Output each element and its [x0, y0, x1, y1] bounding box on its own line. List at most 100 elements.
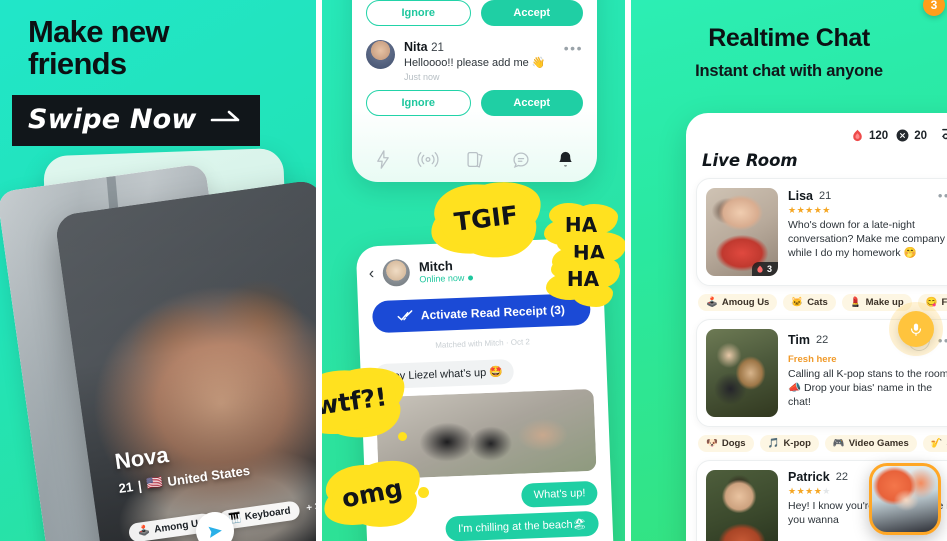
message-row-outgoing: I'm chilling at the beach🏖: [366, 510, 613, 541]
message-bubble-outgoing: I'm chilling at the beach🏖: [445, 510, 600, 541]
panel-make-new-friends: Make new friends Swipe Now Nova 21 | 🇺🇸: [0, 0, 316, 541]
panel-chat-stickers: Just now Ignore Accept Nita 21 Helloooo!…: [322, 0, 625, 541]
tag-label: Keyboard: [244, 505, 292, 523]
sticker-tgif: TGIF: [436, 180, 536, 256]
right-subheadline: Instant chat with anyone: [695, 62, 883, 80]
tag-label: Amoug Us: [721, 297, 770, 308]
avatar[interactable]: [366, 40, 395, 69]
room-user-age: 21: [819, 189, 832, 202]
tag-icon: 💄: [849, 297, 862, 308]
request-item-nita: Nita 21 Helloooo!! please add me 👋 Just …: [366, 26, 583, 116]
tag-icon: 🐶: [706, 438, 718, 449]
message-bubble-incoming: Hey Liezel what's up 🤩: [374, 358, 515, 390]
activate-read-receipt-button[interactable]: Activate Read Receipt (3): [371, 292, 591, 334]
top-status-bar: 120 20: [686, 113, 947, 146]
tag[interactable]: 💄 Make up: [841, 294, 912, 311]
message-media-image[interactable]: [375, 388, 597, 480]
fresh-here-badge: Fresh here: [788, 354, 837, 365]
broadcast-icon[interactable]: [417, 150, 439, 174]
sticker-dot: [418, 487, 429, 498]
chat-status-label: Online now: [419, 272, 465, 285]
video-call-badge: 3: [923, 0, 945, 16]
tag-label: Make up: [865, 297, 904, 308]
cards-icon[interactable]: [465, 150, 485, 174]
request-message: Helloooo!! please add me 👋: [404, 57, 546, 69]
tag[interactable]: 🎮 Video Games: [824, 435, 917, 452]
matched-note: Matched with Mitch · Oct 2: [435, 337, 531, 350]
more-dots-icon[interactable]: •••: [938, 188, 947, 203]
room-user-age: 22: [835, 471, 848, 483]
room-user-name: Lisa: [788, 188, 814, 203]
room-user-name: Patrick: [788, 470, 830, 484]
rating-stars: ★★★★★: [788, 205, 831, 215]
more-dots-icon[interactable]: •••: [938, 333, 947, 348]
tag[interactable]: 🐶 Dogs: [698, 435, 754, 452]
accept-button[interactable]: Accept: [480, 90, 583, 116]
double-check-icon: [398, 310, 413, 321]
more-dots-icon[interactable]: •••: [564, 40, 583, 56]
request-time: Just now: [404, 72, 440, 82]
tag[interactable]: 🐱 Cats: [783, 294, 836, 311]
tag-icon: 🎵: [767, 438, 780, 449]
left-headline: Make new friends: [28, 14, 170, 79]
mic-icon[interactable]: [898, 311, 934, 347]
lightning-icon[interactable]: [375, 150, 391, 174]
more-tags-count[interactable]: + 3: [306, 501, 316, 514]
sliders-icon[interactable]: [941, 125, 947, 146]
room-description: Calling all K-pop stans to the room📣 Dro…: [788, 368, 947, 408]
request-header: Nita 21 Helloooo!! please add me 👋 Just …: [366, 40, 583, 82]
tag-label: Video Games: [848, 438, 909, 449]
request-age: 21: [431, 42, 444, 54]
accept-button[interactable]: Accept: [480, 0, 583, 26]
coin-balance[interactable]: 20: [896, 129, 927, 142]
tag-icon: 🐱: [791, 297, 804, 308]
profile-age: 21: [117, 478, 135, 496]
tag[interactable]: 🎷Jazz: [922, 435, 947, 452]
app-store-screenshot-strip: Make new friends Swipe Now Nova 21 | 🇺🇸: [0, 0, 947, 541]
video-call-bubble[interactable]: [869, 463, 941, 535]
viewer-count: 3: [766, 264, 772, 274]
ignore-button[interactable]: Ignore: [366, 90, 471, 116]
tag-icon: 😋: [925, 297, 938, 308]
tag-icon: 🎷: [930, 438, 943, 449]
read-receipt-label: Activate Read Receipt (3): [420, 302, 566, 323]
tag[interactable]: 🕹️ Amoug Us: [698, 294, 778, 311]
tag-icon: 🕹️: [706, 297, 718, 308]
ignore-button[interactable]: Ignore: [366, 0, 471, 26]
tag[interactable]: 😋Foodie: [917, 294, 947, 311]
avatar[interactable]: [382, 258, 411, 287]
room-description: Who's down for a late-night conversation…: [788, 219, 945, 259]
request-item-partial: Just now Ignore Accept: [366, 0, 583, 26]
room-actions: •••: [938, 188, 947, 203]
swipe-now-button[interactable]: Swipe Now: [12, 95, 260, 146]
sticker-ha-3: HA: [556, 260, 610, 298]
room-body: Lisa 21 ••• ★★★★★ Who's down for a late-…: [788, 188, 947, 276]
tag-icon: 🕹️: [137, 525, 152, 538]
arrow-right-icon: [210, 109, 242, 130]
tag-label: K-pop: [783, 438, 811, 449]
back-icon[interactable]: ‹: [368, 265, 374, 282]
gem-balance[interactable]: 120: [851, 129, 888, 143]
panel-realtime-chat: Realtime Chat Instant chat with anyone 1…: [631, 0, 947, 541]
tag-row-tim: 🐶Dogs 🎵K-pop 🎮Video Games 🎷Jazz 🎤So: [686, 435, 947, 460]
bottom-nav-bar: [352, 150, 597, 174]
friend-requests-screen: Just now Ignore Accept Nita 21 Helloooo!…: [352, 0, 597, 182]
chat-icon[interactable]: [511, 150, 531, 174]
room-thumbnail[interactable]: [706, 329, 778, 417]
tag[interactable]: 🎵 K-pop: [759, 435, 819, 452]
live-room-card-lisa[interactable]: 3 Lisa 21 ••• ★★★★★ Who's down for a lat…: [696, 178, 947, 286]
sticker-dot: [398, 432, 407, 441]
room-thumbnail[interactable]: 24: [706, 470, 778, 541]
gem-count: 120: [869, 129, 889, 142]
tag-label: Cats: [807, 297, 828, 308]
tag-label: Foodie: [941, 297, 947, 308]
message-bubble-outgoing: What's up!: [521, 480, 598, 508]
room-user-age: 22: [816, 334, 829, 346]
room-thumbnail[interactable]: 3: [706, 188, 778, 276]
gem-icon: [757, 265, 763, 273]
bell-icon[interactable]: [557, 150, 574, 174]
headline-line-1: Make new: [28, 14, 170, 49]
tag-label: Dogs: [721, 438, 746, 449]
tag-icon: 🎮: [832, 438, 845, 449]
profile-card-nova[interactable]: Nova 21 | 🇺🇸 United States 🕹️ Among Us 🎹…: [54, 179, 316, 541]
